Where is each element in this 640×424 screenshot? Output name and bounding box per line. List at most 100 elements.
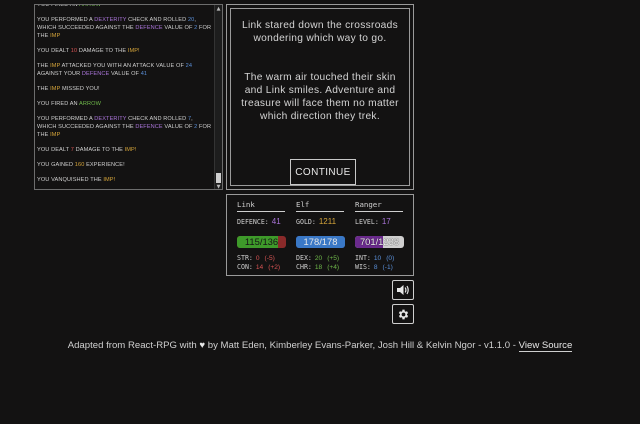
log-text: You performed a: [37, 17, 95, 23]
log-text: damage to the: [77, 48, 128, 54]
log-entry: You gained 160 experience!: [37, 161, 212, 169]
settings-button[interactable]: [392, 304, 414, 324]
log-entry: The imp attacked you with an attack valu…: [37, 62, 212, 78]
dex-attribute: DEX: 20 (+5): [296, 254, 339, 262]
footer-credits-text: by Matt Eden, Kimberley Evans-Parker, Jo…: [205, 340, 519, 351]
class-column: Ranger: [355, 200, 405, 212]
scroll-thumb[interactable]: [216, 173, 221, 183]
log-keyword: Dexterity: [94, 17, 127, 23]
mana-bar-label: 178/178: [303, 236, 338, 247]
log-keyword: Dexterity: [94, 116, 127, 122]
log-keyword: Arrow: [79, 4, 101, 8]
experience-bar: 701/1238: [355, 236, 404, 248]
str-value: 0: [255, 255, 260, 262]
dex-label: DEX:: [296, 254, 312, 262]
con-label: CON:: [237, 263, 253, 271]
character-race: Elf: [296, 200, 344, 212]
health-bar-label: 115/136: [244, 236, 279, 247]
log-text: The: [37, 86, 51, 92]
level-label: LEVEL:: [355, 218, 379, 226]
log-text: You fired an: [37, 101, 80, 107]
chr-value: 18: [314, 264, 323, 271]
story-frame: Link stared down the crossroads wonderin…: [230, 8, 410, 186]
log-text: against your: [37, 71, 82, 77]
con-value: 14: [255, 264, 264, 271]
wis-modifier: (-1): [382, 264, 393, 271]
log-keyword: Defence: [135, 25, 163, 31]
log-text: experience!: [84, 162, 125, 168]
log-text: check and rolled: [126, 116, 188, 122]
log-keyword: imp: [50, 132, 61, 138]
defence-value: 41: [271, 217, 281, 226]
log-text: missed you!: [60, 86, 100, 92]
view-source-link[interactable]: View Source: [518, 340, 573, 352]
race-column: Elf: [296, 200, 346, 212]
log-text: You fired an: [37, 4, 80, 8]
level-value: 17: [381, 217, 391, 226]
health-bar: 115/136: [237, 236, 286, 248]
log-entries: You fired an Arrow You performed a Dexter…: [37, 4, 212, 189]
speaker-icon: [397, 285, 409, 295]
int-attribute: INT: 10 (0): [355, 254, 394, 262]
log-keyword: imp: [50, 63, 61, 69]
log-text: damage to the: [73, 147, 125, 153]
log-text: value of: [109, 71, 141, 77]
int-value: 10: [373, 255, 382, 262]
log-keyword: 160: [74, 162, 85, 168]
wis-label: WIS:: [355, 263, 371, 271]
log-text: You dealt: [37, 147, 71, 153]
log-scrollbar[interactable]: ▲ ▼: [214, 5, 222, 189]
character-sheet: Link Elf Ranger DEFENCE: 41 GOLD: 1211 LEV…: [226, 194, 414, 276]
gold-value: 1211: [318, 217, 337, 226]
log-text: You performed a: [37, 116, 95, 122]
log-keyword: 24: [185, 63, 193, 69]
str-modifier: (-5): [264, 255, 275, 262]
chr-modifier: (+4): [327, 264, 340, 271]
log-text: You vanquished the: [37, 177, 104, 183]
sound-toggle-button[interactable]: [392, 280, 414, 300]
log-keyword: imp!: [127, 48, 140, 54]
int-modifier: (0): [386, 255, 395, 262]
log-keyword: Arrow: [79, 101, 101, 107]
log-entry: You fired an Arrow: [37, 100, 212, 108]
wis-value: 8: [373, 264, 378, 271]
gold-label: GOLD:: [296, 218, 316, 226]
log-keyword: Defence: [135, 124, 163, 130]
level-stat: LEVEL: 17: [355, 217, 391, 226]
character-name: Link: [237, 200, 285, 212]
log-text: You dealt: [37, 48, 71, 54]
defence-stat: DEFENCE: 41: [237, 217, 281, 226]
combat-log[interactable]: You fired an Arrow You performed a Dexter…: [34, 4, 223, 190]
character-class: Ranger: [355, 200, 403, 212]
log-keyword: 41: [140, 71, 148, 77]
log-text: value of: [162, 25, 195, 31]
experience-bar-label: 701/1238: [359, 236, 400, 247]
log-keyword: imp: [50, 33, 61, 39]
wis-attribute: WIS: 8 (-1): [355, 263, 393, 271]
name-column: Link: [237, 200, 287, 212]
log-text: The: [37, 63, 51, 69]
log-text: check and rolled: [126, 17, 188, 23]
log-keyword: imp!: [124, 147, 137, 153]
log-entry: You vanquished the imp!: [37, 176, 212, 184]
log-entry: You dealt 7 damage to the imp!: [37, 146, 212, 154]
log-keyword: imp!: [103, 177, 116, 183]
scroll-down-arrow-icon[interactable]: ▼: [215, 183, 222, 189]
log-keyword: imp: [50, 86, 61, 92]
log-text: You gained: [37, 162, 75, 168]
continue-button[interactable]: CONTINUE: [290, 159, 356, 185]
con-modifier: (+2): [268, 264, 281, 271]
dex-value: 20: [314, 255, 323, 262]
scroll-up-arrow-icon[interactable]: ▲: [215, 5, 222, 13]
footer-prefix: Adapted from React-RPG with: [67, 340, 200, 351]
str-attribute: STR: 0 (-5): [237, 254, 275, 262]
log-entry: You performed a Dexterity check and roll…: [37, 16, 212, 40]
log-entry: The imp missed you!: [37, 85, 212, 93]
log-text: attacked you with an attack value of: [60, 63, 186, 69]
story-paragraph-2: The warm air touched their skin and Link…: [241, 72, 399, 122]
log-entry: You dealt 10 damage to the imp!: [37, 47, 212, 55]
story-panel: Link stared down the crossroads wonderin…: [226, 4, 414, 190]
footer-credits: Adapted from React-RPG with ♥ by Matt Ed…: [0, 340, 640, 352]
log-entry: You performed a Dexterity check and roll…: [37, 115, 212, 139]
mana-bar: 178/178: [296, 236, 345, 248]
